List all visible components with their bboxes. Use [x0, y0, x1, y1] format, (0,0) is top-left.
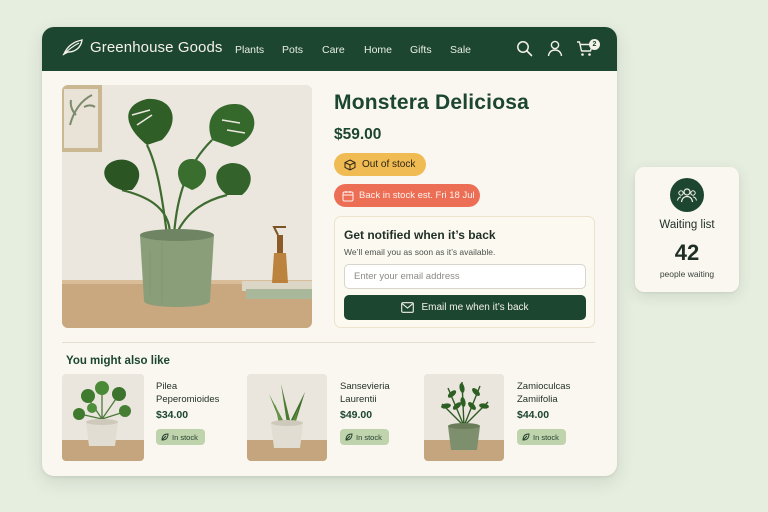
restock-date-badge: Back in stock est. Fri 18 Jul	[334, 184, 480, 207]
email-field[interactable]	[344, 264, 586, 289]
in-stock-badge: In stock	[156, 429, 205, 445]
product-card-name: Zamioculcas Zamiifolia	[517, 381, 571, 405]
in-stock-label: In stock	[533, 432, 559, 442]
out-of-stock-badge: Out of stock	[334, 153, 426, 176]
restock-date-label: Back in stock est. Fri 18 Jul	[359, 190, 475, 201]
email-me-button-label: Email me when it’s back	[421, 302, 529, 313]
nav-gifts[interactable]: Gifts	[410, 44, 432, 56]
product-price: $59.00	[334, 126, 382, 143]
notify-subtitle: We’ll email you as soon as it’s availabl…	[344, 247, 496, 257]
brand-name: Greenhouse Goods	[90, 38, 223, 56]
box-icon	[344, 158, 356, 171]
in-stock-label: In stock	[172, 432, 198, 442]
nav-plants[interactable]: Plants	[235, 44, 264, 56]
waiting-list-card: Waiting list 42 people waiting	[635, 167, 739, 292]
product-image	[62, 85, 312, 328]
in-stock-badge: In stock	[517, 429, 566, 445]
waiting-list-count: 42	[674, 240, 700, 265]
leaf-icon	[522, 433, 530, 441]
product-card-price: $44.00	[517, 409, 550, 421]
top-nav-bar: Greenhouse Goods Plants Pots Care Home G…	[42, 27, 617, 71]
in-stock-badge: In stock	[340, 429, 389, 445]
people-icon	[670, 178, 704, 212]
mail-icon	[401, 302, 415, 313]
cart-count-badge: 2	[589, 39, 600, 50]
leaf-icon	[345, 433, 353, 441]
notify-panel: Get notified when it’s back We’ll email …	[334, 216, 595, 328]
nav-home[interactable]: Home	[364, 44, 392, 56]
search-icon[interactable]	[516, 40, 533, 57]
notify-title: Get notified when it’s back	[344, 228, 496, 242]
leaf-icon	[161, 433, 169, 441]
leaf-logo-icon	[62, 39, 83, 56]
sansevieria-photo	[247, 374, 327, 461]
zamioculcas-photo	[424, 374, 504, 461]
product-card-image[interactable]	[424, 374, 504, 461]
store-window: Greenhouse Goods Plants Pots Care Home G…	[42, 27, 617, 476]
recommendations-heading: You might also like	[66, 355, 170, 367]
nav-care[interactable]: Care	[322, 44, 345, 56]
pilea-photo	[62, 374, 144, 461]
section-divider	[62, 342, 595, 343]
email-me-button[interactable]: Email me when it’s back	[344, 295, 586, 320]
people-icon-glyph	[677, 188, 697, 203]
nav-pots[interactable]: Pots	[282, 44, 303, 56]
user-icon[interactable]	[547, 40, 563, 57]
brand[interactable]: Greenhouse Goods	[62, 38, 223, 56]
waiting-list-subtitle: people waiting	[659, 269, 715, 279]
product-card-name: Pilea Peperomioides	[156, 381, 220, 405]
product-title: Monstera Deliciosa	[334, 91, 529, 114]
calendar-icon	[342, 190, 354, 201]
product-card-image[interactable]	[247, 374, 327, 461]
nav-sale[interactable]: Sale	[450, 44, 471, 56]
product-card-price: $34.00	[156, 409, 189, 421]
waiting-list-title: Waiting list	[659, 219, 715, 231]
monstera-photo	[62, 85, 312, 328]
out-of-stock-label: Out of stock	[362, 159, 416, 170]
product-card-image[interactable]	[62, 374, 144, 461]
product-card-name: Sansevieria Laurentii	[340, 381, 390, 405]
product-card-price: $49.00	[340, 409, 373, 421]
in-stock-label: In stock	[356, 432, 382, 442]
